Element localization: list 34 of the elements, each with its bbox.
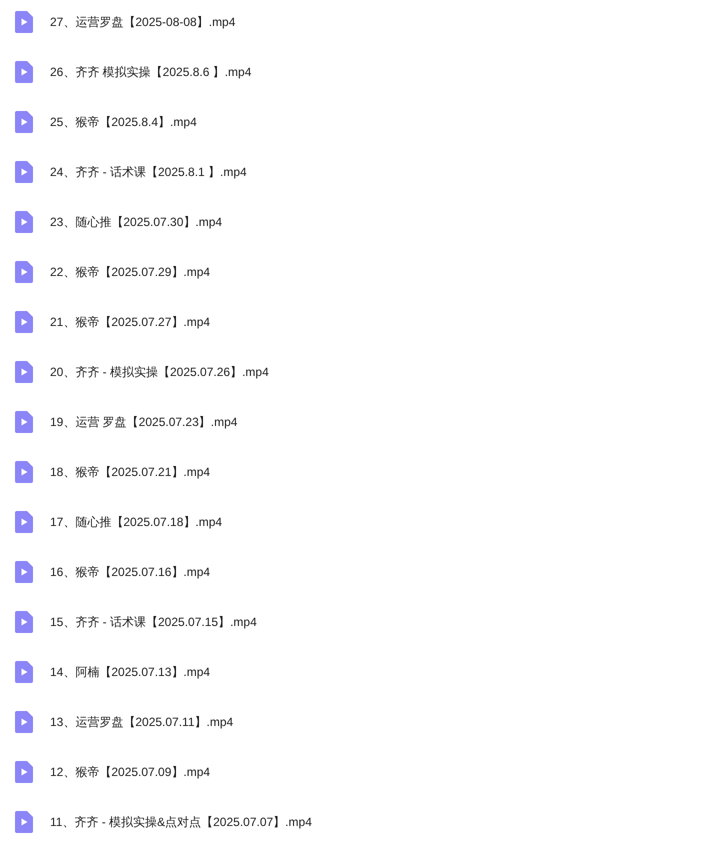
file-name[interactable]: 12、猴帝【2025.07.09】.mp4 — [50, 764, 210, 780]
file-name[interactable]: 19、运营 罗盘【2025.07.23】.mp4 — [50, 414, 238, 430]
video-file-icon — [15, 161, 33, 183]
video-file-icon — [15, 261, 33, 283]
video-file-icon — [15, 561, 33, 583]
file-name[interactable]: 14、阿楠【2025.07.13】.mp4 — [50, 664, 210, 680]
file-name[interactable]: 22、猴帝【2025.07.29】.mp4 — [50, 264, 210, 280]
file-name[interactable]: 11、齐齐 - 模拟实操&点对点【2025.07.07】.mp4 — [50, 814, 312, 830]
file-name[interactable]: 24、齐齐 - 话术课【2025.8.1 】.mp4 — [50, 164, 247, 180]
file-name[interactable]: 16、猴帝【2025.07.16】.mp4 — [50, 564, 210, 580]
file-name[interactable]: 20、齐齐 - 模拟实操【2025.07.26】.mp4 — [50, 364, 269, 380]
video-file-icon — [15, 311, 33, 333]
file-name[interactable]: 15、齐齐 - 话术课【2025.07.15】.mp4 — [50, 614, 257, 630]
file-name[interactable]: 25、猴帝【2025.8.4】.mp4 — [50, 114, 197, 130]
video-file-icon — [15, 11, 33, 33]
video-file-icon — [15, 511, 33, 533]
file-name[interactable]: 27、运营罗盘【2025-08-08】.mp4 — [50, 14, 236, 30]
video-file-icon — [15, 761, 33, 783]
video-file-icon — [15, 711, 33, 733]
file-name[interactable]: 13、运营罗盘【2025.07.11】.mp4 — [50, 714, 234, 730]
video-file-icon — [15, 611, 33, 633]
video-file-icon — [15, 461, 33, 483]
video-file-icon — [15, 411, 33, 433]
video-file-icon — [15, 111, 33, 133]
file-name[interactable]: 23、随心推【2025.07.30】.mp4 — [50, 214, 222, 230]
video-file-icon — [15, 661, 33, 683]
file-name[interactable]: 18、猴帝【2025.07.21】.mp4 — [50, 464, 210, 480]
file-name[interactable]: 26、齐齐 模拟实操【2025.8.6 】.mp4 — [50, 64, 252, 80]
video-file-icon — [15, 211, 33, 233]
video-file-icon — [15, 361, 33, 383]
file-name[interactable]: 21、猴帝【2025.07.27】.mp4 — [50, 314, 210, 330]
video-file-icon — [15, 61, 33, 83]
video-file-icon — [15, 811, 33, 833]
file-name[interactable]: 17、随心推【2025.07.18】.mp4 — [50, 514, 222, 530]
